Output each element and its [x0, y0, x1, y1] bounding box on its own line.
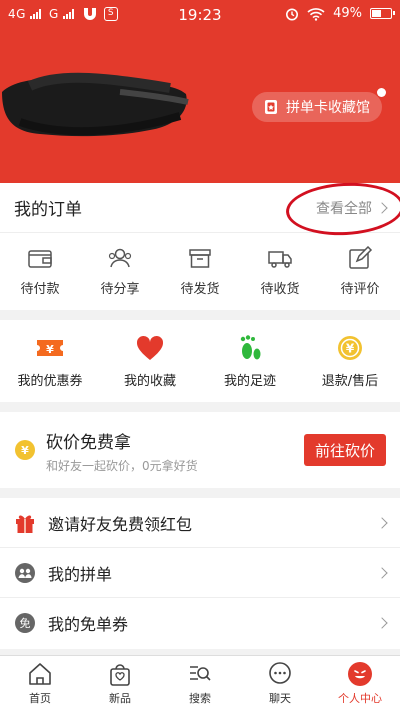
group-icon: [15, 562, 35, 583]
battery-percent: 49%: [333, 6, 362, 21]
truck-icon: [268, 251, 292, 268]
chevron-right-icon: [376, 617, 388, 629]
order-pending-review[interactable]: 待评价: [320, 233, 400, 310]
svg-text:¥: ¥: [46, 343, 54, 356]
tab-profile[interactable]: 个人中心: [320, 656, 400, 711]
list-item-invite[interactable]: 邀请好友免费领红包: [0, 498, 400, 548]
orders-title: 我的订单: [14, 200, 82, 220]
order-pending-payment[interactable]: 待付款: [0, 233, 80, 310]
order-pending-ship[interactable]: 待发货: [160, 233, 240, 310]
footprint-icon: [240, 334, 261, 359]
tab-new-label: 新品: [109, 692, 131, 705]
tab-chat-label: 聊天: [269, 692, 291, 705]
heart-icon: [136, 335, 164, 360]
profile-header: 4G G S 19:23 49% 拼单卡收藏馆: [0, 0, 400, 183]
status-bar: 4G G S 19:23 49%: [0, 0, 400, 28]
list-item-my-groups-label: 我的拼单: [48, 564, 113, 584]
bargain-title: 砍价免费拿: [46, 433, 131, 453]
chevron-right-icon: [376, 516, 388, 529]
profile-icon: [348, 662, 372, 686]
list-item-free-coupons[interactable]: 免 我的免单券: [0, 598, 400, 648]
bargain-card: ¥ 砍价免费拿 和好友一起砍价，0元拿好货 前往砍价: [0, 412, 400, 488]
album-button[interactable]: 拼单卡收藏馆: [252, 92, 382, 122]
quick-favorites-label: 我的收藏: [123, 373, 176, 389]
card-album-icon: [265, 100, 277, 114]
notification-dot: [377, 88, 386, 97]
chevron-right-icon: [376, 566, 388, 579]
alarm-icon: [286, 8, 299, 20]
list-item-my-groups[interactable]: 我的拼单: [0, 548, 400, 598]
status-bar-right: 49%: [285, 6, 395, 21]
bargain-subtitle: 和好友一起砍价，0元拿好货: [46, 459, 198, 473]
quick-links-card: ¥ 我的优惠券 我的收藏 我的足迹 ¥ 退款/售后: [0, 320, 400, 402]
tab-new[interactable]: 新品: [80, 656, 160, 711]
quick-coupons[interactable]: ¥ 我的优惠券: [0, 320, 100, 402]
go-bargain-button[interactable]: 前往砍价: [304, 434, 386, 466]
order-pending-review-label: 待评价: [340, 282, 380, 297]
quick-footprints-label: 我的足迹: [223, 373, 276, 389]
order-pending-share-label: 待分享: [100, 282, 140, 297]
edit-icon: [349, 246, 373, 269]
quick-favorites[interactable]: 我的收藏: [100, 320, 200, 402]
wallet-icon: [28, 250, 52, 268]
coin-glyph: ¥: [21, 444, 29, 457]
home-icon: [29, 663, 51, 685]
order-status-row: 待付款 待分享 待发货 待收货 待评价: [0, 233, 400, 310]
album-button-label: 拼单卡收藏馆: [286, 100, 370, 116]
bottom-tab-bar: 首页 新品 搜索 聊天 个人中心: [0, 655, 400, 711]
quick-coupons-label: 我的优惠券: [17, 373, 83, 389]
order-pending-payment-label: 待付款: [20, 282, 60, 297]
redacted-avatar-scribble: [2, 72, 189, 137]
order-pending-ship-label: 待发货: [180, 282, 220, 297]
coupon-icon: ¥: [37, 339, 63, 356]
users-icon: [108, 248, 132, 268]
tab-search[interactable]: 搜索: [160, 656, 240, 711]
battery-icon: [370, 8, 395, 19]
svg-text:¥: ¥: [346, 341, 355, 355]
tab-home[interactable]: 首页: [0, 656, 80, 711]
tab-search-label: 搜索: [189, 692, 211, 705]
quick-footprints[interactable]: 我的足迹: [200, 320, 300, 402]
list-item-free-coupons-label: 我的免单券: [48, 615, 129, 634]
search-icon: [190, 666, 211, 681]
order-pending-share[interactable]: 待分享: [80, 233, 160, 310]
order-pending-receipt-label: 待收货: [260, 282, 300, 297]
quick-refund[interactable]: ¥ 退款/售后: [300, 320, 400, 402]
free-coupon-icon: 免: [15, 613, 35, 633]
bag-icon: [110, 664, 130, 686]
coin-icon: ¥: [15, 440, 35, 460]
chat-icon: [269, 662, 291, 684]
refund-coin-icon: ¥: [338, 335, 362, 360]
list-item-invite-label: 邀请好友免费领红包: [48, 514, 193, 534]
quick-refund-label: 退款/售后: [321, 373, 379, 389]
free-coupon-glyph: 免: [20, 616, 31, 630]
box-icon: [189, 249, 211, 268]
wifi-icon: [307, 7, 325, 21]
gift-icon: [16, 515, 34, 533]
tab-profile-label: 个人中心: [338, 692, 382, 705]
order-pending-receipt[interactable]: 待收货: [240, 233, 320, 310]
menu-list: 邀请好友免费领红包 我的拼单 免 我的免单券: [0, 498, 400, 649]
tab-home-label: 首页: [29, 692, 51, 705]
tab-chat[interactable]: 聊天: [240, 656, 320, 711]
